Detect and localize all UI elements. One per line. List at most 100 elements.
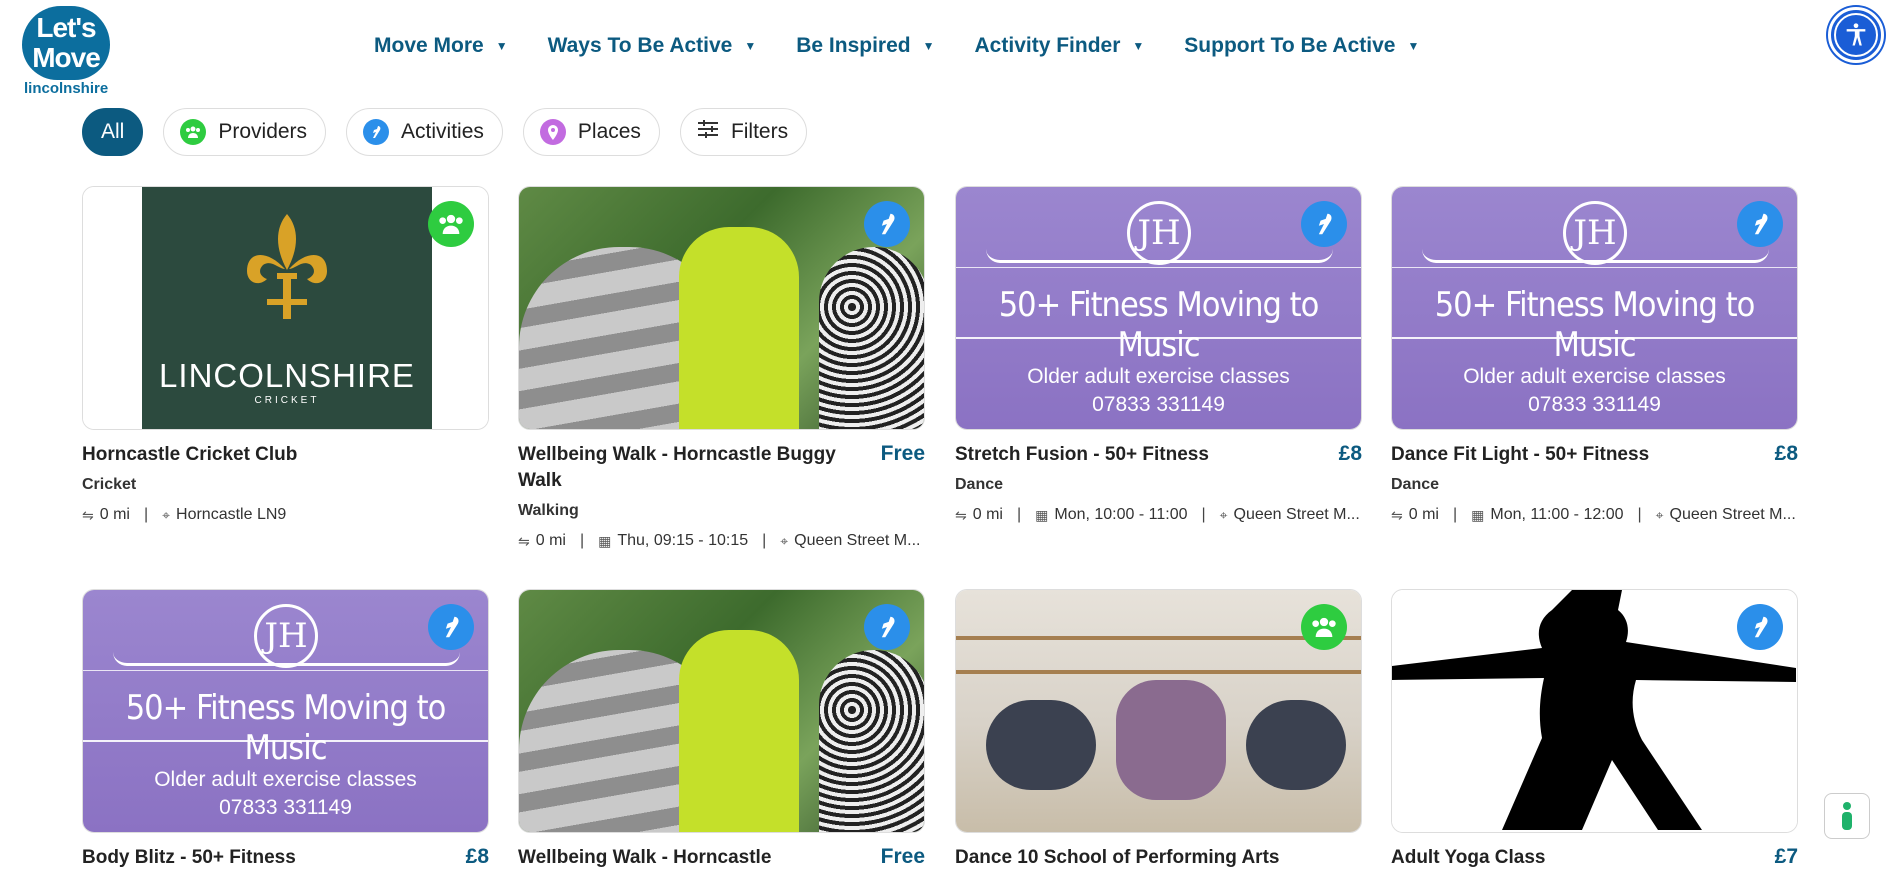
card-image bbox=[518, 186, 925, 430]
accessibility-button[interactable] bbox=[1828, 7, 1884, 63]
site-header: Let's Move lincolnshire Move More ▼ Ways … bbox=[0, 0, 1892, 100]
filter-places[interactable]: Places bbox=[522, 108, 660, 156]
result-card[interactable]: LINCOLNSHIRE CRICKET Horncastle Cricket … bbox=[82, 186, 489, 524]
card-meta: ⇋ 0 mi | ▦ Mon, 11:00 - 12:00 | ⌖ Queen Str… bbox=[1391, 506, 1798, 524]
logo-bubble: Let's Move bbox=[22, 6, 110, 80]
nav-activity-finder[interactable]: Activity Finder ▼ bbox=[975, 34, 1145, 58]
flyer-phone: 07833 331149 bbox=[219, 796, 352, 819]
card-title[interactable]: Horncastle Cricket Club bbox=[82, 442, 297, 468]
sliders-icon bbox=[697, 119, 719, 145]
help-button[interactable] bbox=[1824, 793, 1870, 839]
chevron-down-icon: ▼ bbox=[744, 39, 757, 53]
card-location: Horncastle LN9 bbox=[176, 506, 287, 523]
flyer-rule bbox=[956, 267, 1361, 268]
card-category: Walking bbox=[518, 502, 579, 519]
card-category: Dance bbox=[1391, 476, 1440, 493]
map-pin-icon: ⌖ bbox=[780, 532, 789, 549]
card-image bbox=[1391, 589, 1798, 833]
result-card[interactable]: JH 50+ Fitness Moving to Music Older adu… bbox=[955, 186, 1362, 524]
activity-badge bbox=[1737, 201, 1783, 247]
activity-badge bbox=[1301, 201, 1347, 247]
card-title[interactable]: Adult Yoga Class bbox=[1391, 845, 1546, 871]
activity-badge bbox=[864, 604, 910, 650]
flyer-title: 50+ Fitness Moving to Music bbox=[1434, 285, 1756, 365]
card-title[interactable]: Wellbeing Walk - Horncastle Buggy Walk bbox=[518, 442, 848, 494]
card-title[interactable]: Body Blitz - 50+ Fitness bbox=[82, 845, 296, 871]
ballet-barre bbox=[956, 636, 1361, 640]
card-time: Thu, 09:15 - 10:15 bbox=[617, 532, 749, 549]
fleur-de-lis-icon bbox=[247, 214, 327, 319]
nav-label: Be Inspired bbox=[796, 34, 911, 57]
card-price: £7 bbox=[1774, 845, 1798, 868]
filter-label: All bbox=[101, 120, 125, 143]
chevron-down-icon: ▼ bbox=[1132, 39, 1145, 53]
chevron-down-icon: ▼ bbox=[1407, 39, 1420, 53]
nav-label: Move More bbox=[374, 34, 484, 57]
result-card[interactable]: JH 50+ Fitness Moving to Music Older adu… bbox=[82, 589, 489, 871]
flyer-rule bbox=[83, 670, 488, 671]
filter-label: Providers bbox=[218, 120, 308, 143]
card-title[interactable]: Dance Fit Light - 50+ Fitness bbox=[1391, 442, 1649, 468]
walker-figure bbox=[679, 227, 799, 429]
card-location: Queen Street M... bbox=[1233, 506, 1360, 523]
flyer-details: Older adult exercise classes 07833 331149 bbox=[956, 363, 1361, 419]
flyer-rule bbox=[83, 740, 488, 742]
card-image: JH 50+ Fitness Moving to Music Older adu… bbox=[1391, 186, 1798, 430]
card-image bbox=[955, 589, 1362, 833]
dancer-figure bbox=[1246, 700, 1346, 790]
map-pin-icon: ⌖ bbox=[1219, 506, 1228, 523]
filter-all[interactable]: All bbox=[82, 108, 144, 156]
flyer-swirl bbox=[113, 652, 460, 666]
flyer-details: Older adult exercise classes 07833 331149 bbox=[1392, 363, 1797, 419]
card-meta: ⇋ 0 mi | ⌖ Horncastle LN9 bbox=[82, 506, 489, 524]
filter-more[interactable]: Filters bbox=[679, 108, 808, 156]
flyer-subtitle: Older adult exercise classes bbox=[1463, 365, 1726, 388]
main-nav: Move More ▼ Ways To Be Active ▼ Be Inspire… bbox=[374, 34, 1459, 58]
result-card[interactable]: Dance 10 School of Performing Arts bbox=[955, 589, 1362, 871]
card-meta: ⇋ 0 mi | ▦ Thu, 09:15 - 10:15 | ⌖ Queen Str… bbox=[518, 532, 925, 550]
nav-ways-to-be-active[interactable]: Ways To Be Active ▼ bbox=[548, 34, 757, 58]
filter-activities[interactable]: Activities bbox=[346, 108, 503, 156]
ballet-barre bbox=[956, 670, 1361, 674]
filter-label: Places bbox=[577, 120, 641, 143]
card-title[interactable]: Dance 10 School of Performing Arts bbox=[955, 845, 1279, 871]
accessibility-icon bbox=[1834, 13, 1878, 57]
card-title[interactable]: Wellbeing Walk - Horncastle bbox=[518, 845, 771, 871]
walker-figure bbox=[679, 630, 799, 832]
meta-separator: | bbox=[579, 532, 585, 549]
activity-badge bbox=[1737, 604, 1783, 650]
meta-separator: | bbox=[143, 506, 149, 523]
result-card[interactable]: Wellbeing Walk - Horncastle Buggy Walk Fr… bbox=[518, 186, 925, 550]
flyer-phone: 07833 331149 bbox=[1528, 393, 1661, 416]
filter-providers[interactable]: Providers bbox=[163, 108, 327, 156]
result-card[interactable]: Adult Yoga Class £7 bbox=[1391, 589, 1798, 871]
nav-support-to-be-active[interactable]: Support To Be Active ▼ bbox=[1184, 34, 1419, 58]
activity-badge bbox=[864, 201, 910, 247]
card-distance: 0 mi bbox=[1408, 506, 1439, 523]
result-card[interactable]: Wellbeing Walk - Horncastle Free bbox=[518, 589, 925, 871]
nav-move-more[interactable]: Move More ▼ bbox=[374, 34, 508, 58]
cricket-logo-subtext: CRICKET bbox=[254, 395, 320, 406]
logo-text-move: Move bbox=[32, 42, 101, 73]
meta-separator: | bbox=[1637, 506, 1642, 523]
flyer-rule bbox=[956, 337, 1361, 339]
chevron-down-icon: ▼ bbox=[922, 39, 935, 53]
calendar-icon: ▦ bbox=[1035, 506, 1049, 523]
flyer-subtitle: Older adult exercise classes bbox=[154, 768, 417, 791]
card-time: Mon, 10:00 - 11:00 bbox=[1054, 506, 1188, 523]
distance-icon: ⇋ bbox=[955, 506, 967, 523]
nav-be-inspired[interactable]: Be Inspired ▼ bbox=[796, 34, 934, 58]
filter-chips: All Providers Activities Places Filters bbox=[82, 108, 808, 156]
result-card[interactable]: JH 50+ Fitness Moving to Music Older adu… bbox=[1391, 186, 1798, 524]
meta-separator: | bbox=[762, 532, 767, 549]
provider-badge bbox=[1301, 604, 1347, 650]
card-image: LINCOLNSHIRE CRICKET bbox=[82, 186, 489, 430]
flyer-subtitle: Older adult exercise classes bbox=[1027, 365, 1290, 388]
map-pin-icon bbox=[539, 119, 566, 145]
lets-move-logo[interactable]: Let's Move lincolnshire bbox=[20, 4, 112, 97]
cricket-logo-text: LINCOLNSHIRE bbox=[159, 357, 415, 394]
flyer-title: 50+ Fitness Moving to Music bbox=[998, 285, 1320, 365]
flyer-rule bbox=[1392, 267, 1797, 268]
dancer-figure bbox=[1116, 680, 1226, 800]
card-title[interactable]: Stretch Fusion - 50+ Fitness bbox=[955, 442, 1209, 468]
